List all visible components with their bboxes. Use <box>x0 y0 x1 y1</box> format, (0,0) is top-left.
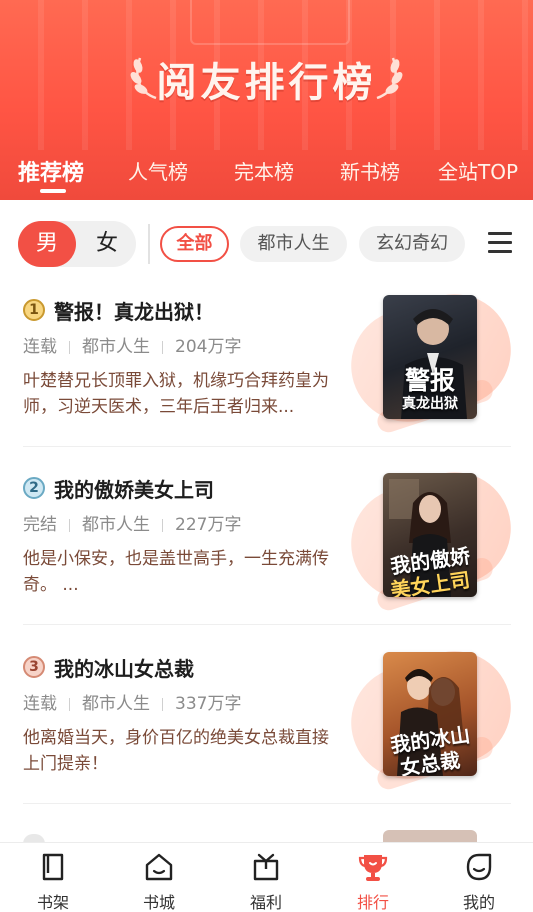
row-divider <box>23 624 511 625</box>
category-chip-all[interactable]: 全部 <box>160 226 229 262</box>
book-description: 叶楚替兄长顶罪入狱，机缘巧合拜药皇为师，习逆天医术，三年后王者归来... <box>23 371 329 417</box>
book-meta: 完结 都市人生 227万字 <box>23 510 241 535</box>
book-cover[interactable]: 我的傲娇 美女上司 <box>383 473 477 597</box>
tab-recommend[interactable]: 推荐榜 <box>18 155 84 187</box>
gift-icon <box>253 853 279 881</box>
category-chip-fantasy[interactable]: 玄幻奇幻 <box>359 226 465 262</box>
book-cover-area[interactable]: 警报 真龙出狱 <box>336 279 526 437</box>
book-word-count: 227万字 <box>175 515 242 535</box>
profile-icon <box>466 853 492 881</box>
book-cover[interactable]: 我的冰山 女总裁 <box>383 652 477 776</box>
next-cover-peek <box>383 830 477 842</box>
gender-female-button[interactable]: 女 <box>78 221 136 267</box>
book-cover[interactable]: 警报 真龙出狱 <box>383 295 477 419</box>
book-description: 他离婚当天，身价百亿的绝美女总裁直接上门提亲！ <box>23 728 329 774</box>
book-genre: 都市人生 <box>82 694 150 714</box>
nav-ranking[interactable]: 排行 <box>320 843 426 912</box>
nav-welfare[interactable]: 福利 <box>213 843 319 912</box>
trophy-icon <box>358 855 388 881</box>
banner-title: 阅友排行榜 <box>156 60 377 106</box>
book-meta: 连载 都市人生 204万字 <box>23 332 241 357</box>
cover-title: 警报 <box>404 366 455 395</box>
rank-badge-bronze: 3 <box>23 656 45 678</box>
gender-toggle: 男 女 <box>18 221 136 267</box>
nav-label: 福利 <box>249 893 282 912</box>
book-status: 连载 <box>23 694 57 714</box>
tab-popular[interactable]: 人气榜 <box>128 156 188 185</box>
row-divider <box>23 803 511 804</box>
tab-site-top[interactable]: 全站TOP <box>438 156 518 185</box>
list-item[interactable]: 1 警报！真龙出狱！ 连载 都市人生 204万字 叶楚替兄长顶罪入狱，机缘巧合拜药皇… <box>0 279 533 466</box>
filter-divider <box>148 224 150 264</box>
book-meta: 连载 都市人生 337万字 <box>23 689 241 714</box>
laurel-right-icon <box>376 57 403 100</box>
book-status: 连载 <box>23 337 57 357</box>
book-cover-area[interactable]: 我的冰山 女总裁 <box>336 636 526 794</box>
book-status: 完结 <box>23 515 57 535</box>
book-title[interactable]: 我的傲娇美女上司 <box>54 474 214 503</box>
ranking-tabs: 推荐榜 人气榜 完本榜 新书榜 全站TOP <box>0 156 533 192</box>
book-description: 他是小保安，也是盖世高手，一生充满传奇。 ... <box>23 549 329 595</box>
nav-profile[interactable]: 我的 <box>426 843 532 912</box>
book-genre: 都市人生 <box>82 515 150 535</box>
list-item[interactable]: 3 我的冰山女总裁 连载 都市人生 337万字 他离婚当天，身价百亿的绝美女总裁直接… <box>0 636 533 823</box>
nav-label: 书架 <box>36 893 69 912</box>
book-cover-area[interactable]: 我的傲娇 美女上司 <box>336 457 526 615</box>
bookshelf-icon <box>42 853 64 881</box>
menu-icon[interactable] <box>488 232 512 254</box>
book-title[interactable]: 我的冰山女总裁 <box>54 653 194 682</box>
rank-badge-gold: 1 <box>23 299 45 321</box>
gender-male-button[interactable]: 男 <box>18 221 76 267</box>
row-divider <box>23 446 511 447</box>
book-word-count: 337万字 <box>175 694 242 714</box>
category-chip-urban[interactable]: 都市人生 <box>240 226 347 262</box>
rank-badge-silver: 2 <box>23 477 45 499</box>
tab-completed[interactable]: 完本榜 <box>234 156 294 185</box>
cover-subtitle: 真龙出狱 <box>402 396 458 412</box>
store-icon <box>145 853 173 881</box>
book-genre: 都市人生 <box>82 337 150 357</box>
book-title[interactable]: 警报！真龙出狱！ <box>54 296 214 325</box>
nav-label: 排行 <box>356 893 389 912</box>
nav-bookstore[interactable]: 书城 <box>106 843 212 912</box>
nav-label: 书城 <box>142 893 175 912</box>
ranking-banner: 阅友排行榜 推荐榜 人气榜 完本榜 新书榜 全站TOP <box>0 0 533 200</box>
podium-decoration <box>190 0 350 45</box>
nav-label: 我的 <box>462 893 495 912</box>
filter-bar: 男 女 全部 都市人生 玄幻奇幻 <box>0 200 533 288</box>
tab-new-books[interactable]: 新书榜 <box>340 156 400 185</box>
nav-bookshelf[interactable]: 书架 <box>0 843 106 912</box>
list-item[interactable]: 2 我的傲娇美女上司 完结 都市人生 227万字 他是小保安，也是盖世高手，一生充满… <box>0 457 533 644</box>
bottom-navigation: 书架 书城 福利 排行 我的 <box>0 842 533 912</box>
book-word-count: 204万字 <box>175 337 242 357</box>
active-tab-indicator <box>40 189 66 193</box>
